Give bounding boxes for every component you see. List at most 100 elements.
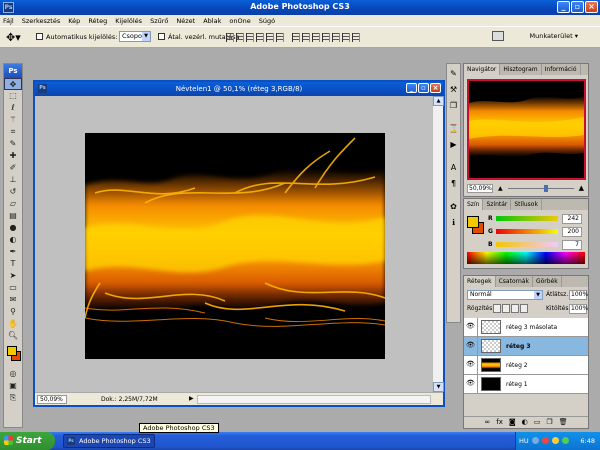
- visibility-eye-icon[interactable]: 👁︎: [466, 322, 475, 331]
- tray-volume-icon[interactable]: [552, 437, 559, 444]
- zoom-in-icon[interactable]: ▲: [579, 184, 584, 192]
- blur-tool-icon[interactable]: ●: [4, 222, 22, 234]
- minimize-button[interactable]: _: [557, 1, 570, 13]
- document-zoom-field[interactable]: 50,09%: [37, 395, 67, 404]
- channel-value-b[interactable]: 7: [562, 240, 582, 250]
- brushes-panel-icon[interactable]: ✎: [447, 67, 460, 80]
- doc-close-button[interactable]: ×: [430, 83, 441, 93]
- align-bottom-icon[interactable]: [246, 33, 254, 42]
- menu-view[interactable]: Nézet: [176, 17, 195, 25]
- healing-brush-tool-icon[interactable]: ✚: [4, 150, 22, 162]
- tray-app-icon[interactable]: [562, 437, 569, 444]
- tray-network-icon[interactable]: [532, 437, 539, 444]
- horizontal-scrollbar[interactable]: [197, 395, 431, 404]
- distribute-left-icon[interactable]: [322, 33, 330, 42]
- ps-logo-icon[interactable]: Ps: [4, 64, 22, 78]
- layer-mask-icon[interactable]: ◙: [509, 417, 516, 428]
- menu-onone[interactable]: onOne: [229, 17, 250, 25]
- distribute-center-icon[interactable]: [332, 33, 340, 42]
- show-transform-checkbox[interactable]: [158, 33, 165, 40]
- taskbar-item-photoshop[interactable]: Ps Adobe Photoshop CS3: [63, 434, 155, 448]
- lock-all-icon[interactable]: [520, 304, 528, 313]
- distribute-bottom-icon[interactable]: [312, 33, 320, 42]
- menu-image[interactable]: Kép: [68, 17, 80, 25]
- navigator-zoom-field[interactable]: 50,09%: [467, 184, 493, 193]
- layer-style-icon[interactable]: fx: [496, 417, 503, 428]
- distribute-top-icon[interactable]: [292, 33, 300, 42]
- path-selection-tool-icon[interactable]: ➤: [4, 270, 22, 282]
- history-brush-tool-icon[interactable]: ↺: [4, 186, 22, 198]
- doc-minimize-button[interactable]: _: [406, 83, 417, 93]
- clone-source-icon[interactable]: ✿: [447, 200, 460, 213]
- menu-filter[interactable]: Szűrő: [150, 17, 168, 25]
- magic-wand-tool-icon[interactable]: ⚚: [4, 114, 22, 126]
- align-center-icon[interactable]: [266, 33, 274, 42]
- channel-value-g[interactable]: 200: [562, 227, 582, 237]
- layer-row[interactable]: 👁︎ réteg 1: [464, 375, 588, 394]
- zoom-slider-thumb[interactable]: [544, 185, 548, 192]
- tab-styles[interactable]: Stílusok: [511, 199, 542, 210]
- actions-panel-icon[interactable]: ▶: [447, 138, 460, 151]
- language-indicator[interactable]: HU: [519, 437, 529, 445]
- tab-histogram[interactable]: Hisztogram: [500, 64, 542, 75]
- lock-pixels-icon[interactable]: [502, 304, 510, 313]
- eyedropper-tool-icon[interactable]: ⚲: [4, 306, 22, 318]
- channel-slider-g[interactable]: [496, 229, 558, 234]
- tab-swatches[interactable]: Színtár: [483, 199, 512, 210]
- adjustment-layer-icon[interactable]: ◐: [522, 417, 528, 428]
- workspace-button[interactable]: Munkaterület ▾: [529, 32, 578, 40]
- auto-select-checkbox[interactable]: [36, 33, 43, 40]
- trash-icon[interactable]: 🗑︎: [559, 417, 568, 428]
- move-tool-icon[interactable]: ✥: [4, 78, 22, 90]
- close-button[interactable]: ×: [585, 1, 598, 13]
- align-right-icon[interactable]: [276, 33, 284, 42]
- notes-tool-icon[interactable]: ✉: [4, 294, 22, 306]
- character-panel-icon[interactable]: A: [447, 161, 460, 174]
- hand-tool-icon[interactable]: ✋: [4, 318, 22, 330]
- distribute-middle-icon[interactable]: [302, 33, 310, 42]
- align-left-icon[interactable]: [256, 33, 264, 42]
- tab-layers[interactable]: Rétegek: [464, 276, 496, 287]
- eraser-tool-icon[interactable]: ▱: [4, 198, 22, 210]
- doc-maximize-button[interactable]: ▫: [418, 83, 429, 93]
- new-layer-icon[interactable]: ❐: [546, 417, 552, 428]
- align-middle-icon[interactable]: [236, 33, 244, 42]
- tab-info[interactable]: Információ: [542, 64, 581, 75]
- layer-comps-icon[interactable]: ❐: [447, 99, 460, 112]
- color-spectrum-bar[interactable]: [467, 252, 585, 264]
- navigator-thumbnail[interactable]: [467, 79, 586, 180]
- edit-in-imageready-icon[interactable]: ⎘: [4, 392, 22, 404]
- zoom-tool-icon[interactable]: 🔍︎: [4, 330, 22, 342]
- menu-window[interactable]: Ablak: [203, 17, 221, 25]
- auto-align-icon[interactable]: [352, 33, 360, 42]
- start-button[interactable]: Start: [0, 432, 55, 450]
- screen-mode-icon[interactable]: ▣: [4, 380, 22, 392]
- lock-position-icon[interactable]: [511, 304, 519, 313]
- lock-transparency-icon[interactable]: [493, 304, 501, 313]
- link-layers-icon[interactable]: ∞: [484, 417, 490, 428]
- shape-tool-icon[interactable]: ▭: [4, 282, 22, 294]
- foreground-color-swatch[interactable]: [7, 346, 17, 356]
- menu-edit[interactable]: Szerkesztés: [22, 17, 60, 25]
- maximize-button[interactable]: ▫: [571, 1, 584, 13]
- canvas[interactable]: [85, 133, 385, 359]
- clone-stamp-tool-icon[interactable]: ⊥: [4, 174, 22, 186]
- vertical-scrollbar[interactable]: ▲ ▼: [432, 96, 444, 392]
- fill-field[interactable]: 100%: [569, 304, 588, 314]
- layer-row[interactable]: 👁︎ réteg 3 másolata: [464, 318, 588, 337]
- zoom-out-icon[interactable]: ▲: [498, 185, 503, 192]
- move-tool-icon[interactable]: ✥▾: [6, 32, 21, 43]
- zoom-slider[interactable]: [508, 188, 574, 189]
- lasso-tool-icon[interactable]: ℓ: [4, 102, 22, 114]
- paragraph-panel-icon[interactable]: ¶: [447, 177, 460, 190]
- new-group-icon[interactable]: ▭: [534, 417, 541, 428]
- distribute-right-icon[interactable]: [342, 33, 350, 42]
- pen-tool-icon[interactable]: ✒: [4, 246, 22, 258]
- layer-row-selected[interactable]: 👁︎ réteg 3: [464, 337, 588, 356]
- info-panel-icon[interactable]: ℹ: [447, 216, 460, 229]
- align-top-icon[interactable]: [226, 33, 234, 42]
- menu-help[interactable]: Súgó: [259, 17, 275, 25]
- tab-color[interactable]: Szín: [464, 199, 484, 210]
- foreground-color-swatch[interactable]: [467, 216, 479, 228]
- opacity-field[interactable]: 100%: [569, 290, 588, 300]
